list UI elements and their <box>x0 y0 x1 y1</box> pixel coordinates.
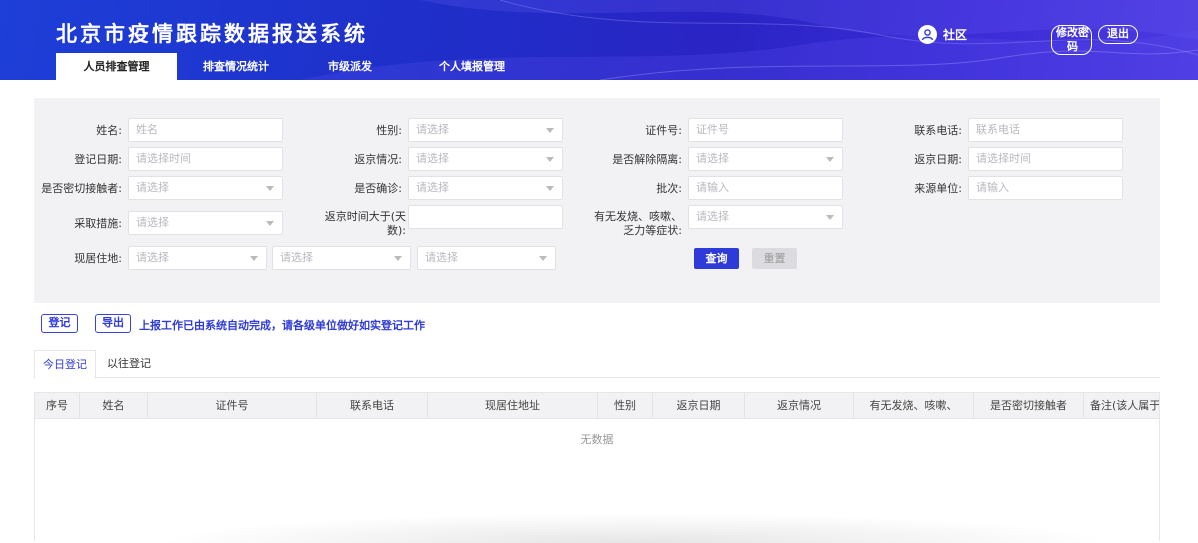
change-password-button[interactable]: 修改密码 <box>1051 25 1092 55</box>
name-input[interactable]: 姓名 <box>128 118 283 142</box>
chevron-down-icon <box>546 186 554 191</box>
scroll-shadow <box>155 513 1115 543</box>
return-status-select-value: 请选择 <box>416 152 449 165</box>
close-contact-label: 是否密切接触者: <box>41 182 122 195</box>
records-table: 序号 姓名 证件号 联系电话 现居住地址 性别 返京日期 返京情况 有无发烧、咳… <box>34 392 1160 543</box>
confirmed-select-value: 请选择 <box>416 181 449 194</box>
change-password-label: 修改密码 <box>1056 26 1089 53</box>
confirmed-select[interactable]: 请选择 <box>408 176 563 200</box>
reg-date-picker[interactable]: 请选择时间 <box>128 147 283 171</box>
nav-item-screening-statistics[interactable]: 排查情况统计 <box>177 53 295 80</box>
record-tabs: 今日登记 以往登记 <box>34 350 1160 379</box>
column-header[interactable]: 联系电话 <box>317 393 428 418</box>
user-avatar-icon <box>918 25 937 44</box>
measures-select[interactable]: 请选择 <box>128 211 283 235</box>
confirmed-label: 是否确诊: <box>354 182 402 195</box>
source-unit-input[interactable]: 请输入 <box>968 176 1123 200</box>
address-city-select[interactable]: 请选择 <box>272 246 411 270</box>
column-header[interactable]: 现居住地址 <box>428 393 598 418</box>
query-button[interactable]: 查询 <box>694 248 739 269</box>
gender-select-value: 请选择 <box>416 123 449 136</box>
address-district-select[interactable]: 请选择 <box>417 246 556 270</box>
released-select-value: 请选择 <box>696 152 729 165</box>
column-header[interactable]: 性别 <box>598 393 653 418</box>
chevron-down-icon <box>266 186 274 191</box>
released-select[interactable]: 请选择 <box>688 147 843 171</box>
user-menu[interactable]: 社区 <box>918 25 967 44</box>
batch-input[interactable]: 请输入 <box>688 176 843 200</box>
chevron-down-icon <box>394 256 402 261</box>
address-label: 现居住地: <box>74 252 122 265</box>
chevron-down-icon <box>539 256 547 261</box>
column-header[interactable]: 证件号 <box>148 393 317 418</box>
return-days-label: 返京时间大于(天数): <box>324 210 406 237</box>
return-date-label: 返京日期: <box>914 153 962 166</box>
table-header: 序号 姓名 证件号 联系电话 现居住地址 性别 返京日期 返京情况 有无发烧、咳… <box>35 393 1159 419</box>
name-label: 姓名: <box>96 124 122 137</box>
gender-select[interactable]: 请选择 <box>408 118 563 142</box>
return-status-label: 返京情况: <box>354 153 402 166</box>
measures-label: 采取措施: <box>74 217 122 230</box>
app-header: 北京市疫情跟踪数据报送系统 社区 修改密码 退出 人员排查管理 排查情况统计 市… <box>0 0 1198 80</box>
nav-item-city-dispatch[interactable]: 市级派发 <box>295 53 405 80</box>
gender-label: 性别: <box>376 124 402 137</box>
close-contact-select[interactable]: 请选择 <box>128 176 283 200</box>
reg-date-label: 登记日期: <box>74 153 122 166</box>
column-header[interactable]: 姓名 <box>80 393 148 418</box>
column-header[interactable]: 是否密切接触者 <box>974 393 1084 418</box>
source-unit-label: 来源单位: <box>914 182 962 195</box>
nav-item-personal-report[interactable]: 个人填报管理 <box>405 53 539 80</box>
symptoms-label: 有无发烧、咳嗽、乏力等症状: <box>594 210 682 237</box>
close-contact-select-value: 请选择 <box>136 181 169 194</box>
address-province-select[interactable]: 请选择 <box>128 246 267 270</box>
tab-past-registration[interactable]: 以往登记 <box>98 350 160 378</box>
address-district-value: 请选择 <box>425 251 458 264</box>
chevron-down-icon <box>266 221 274 226</box>
logout-button[interactable]: 退出 <box>1098 25 1138 44</box>
symptoms-select[interactable]: 请选择 <box>688 205 843 229</box>
symptoms-select-value: 请选择 <box>696 210 729 223</box>
measures-select-value: 请选择 <box>136 216 169 229</box>
phone-label: 联系电话: <box>914 124 962 137</box>
column-header[interactable]: 有无发烧、咳嗽、 <box>854 393 974 418</box>
address-city-value: 请选择 <box>280 251 313 264</box>
empty-state-text: 无数据 <box>580 433 614 446</box>
main-nav: 人员排查管理 排查情况统计 市级派发 个人填报管理 <box>56 53 539 80</box>
phone-input[interactable]: 联系电话 <box>968 118 1123 142</box>
column-header[interactable]: 返京日期 <box>653 393 745 418</box>
id-number-input[interactable]: 证件号 <box>688 118 843 142</box>
batch-label: 批次: <box>656 182 682 195</box>
chevron-down-icon <box>826 157 834 162</box>
chevron-down-icon <box>546 157 554 162</box>
return-date-picker[interactable]: 请选择时间 <box>968 147 1123 171</box>
address-province-value: 请选择 <box>136 251 169 264</box>
column-header[interactable]: 返京情况 <box>745 393 854 418</box>
app-title: 北京市疫情跟踪数据报送系统 <box>56 22 368 46</box>
chevron-down-icon <box>546 128 554 133</box>
nav-item-personnel-screening[interactable]: 人员排查管理 <box>56 53 177 80</box>
return-days-input[interactable] <box>408 205 563 229</box>
column-header[interactable]: 备注(该人属于 <box>1084 393 1159 418</box>
id-number-label: 证件号: <box>645 124 682 137</box>
return-status-select[interactable]: 请选择 <box>408 147 563 171</box>
released-label: 是否解除隔离: <box>612 153 682 166</box>
reset-button[interactable]: 重置 <box>752 248 797 269</box>
column-header[interactable]: 序号 <box>35 393 80 418</box>
user-name: 社区 <box>943 28 968 42</box>
notice-text: 上报工作已由系统自动完成，请各级单位做好如实登记工作 <box>139 319 425 332</box>
chevron-down-icon <box>826 215 834 220</box>
export-button[interactable]: 导出 <box>95 314 131 333</box>
tab-today-registration[interactable]: 今日登记 <box>34 350 96 379</box>
register-button[interactable]: 登记 <box>41 314 78 333</box>
chevron-down-icon <box>250 256 258 261</box>
